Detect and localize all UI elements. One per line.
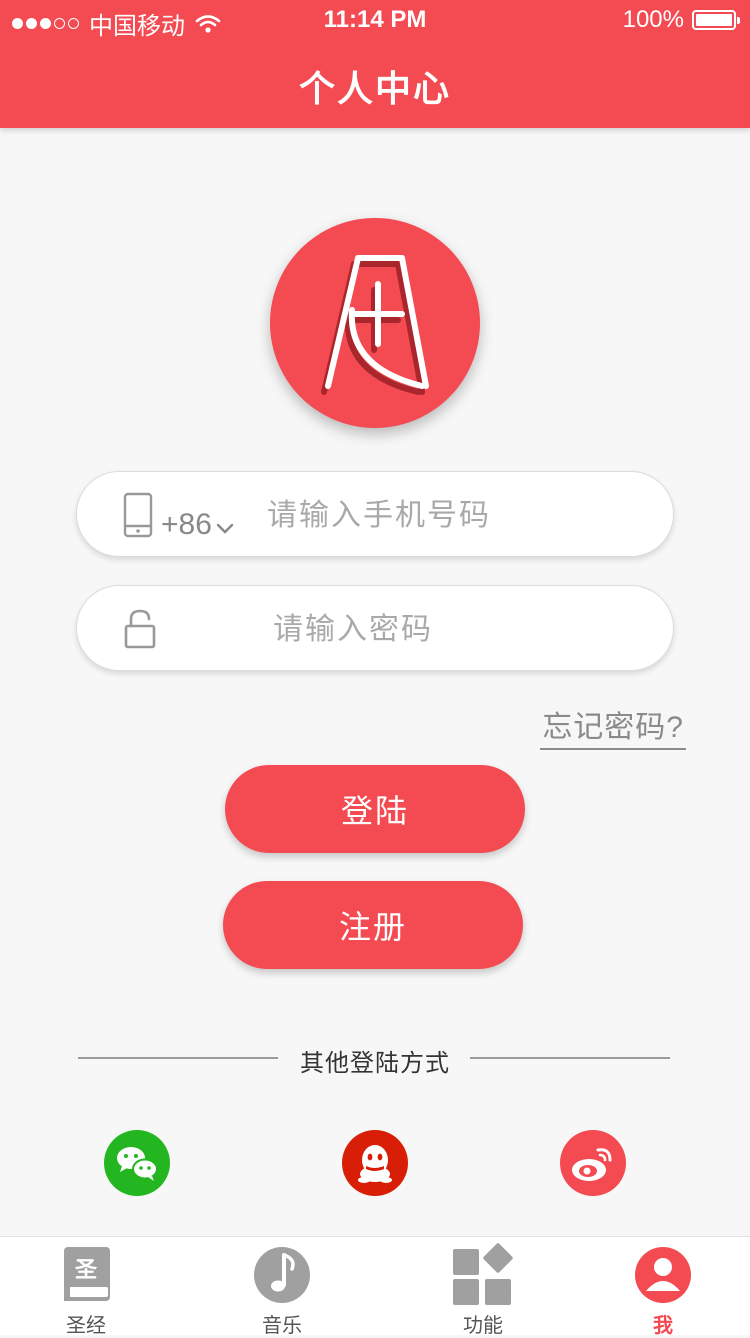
- register-button[interactable]: 注册: [223, 881, 523, 969]
- forgot-password-link[interactable]: 忘记密码?: [540, 702, 686, 750]
- weibo-icon: [572, 1148, 612, 1181]
- status-bar: 中国移动 11:14 PM 100%: [0, 0, 750, 40]
- divider-right: [470, 1057, 670, 1059]
- tab-bible[interactable]: 圣 圣经: [16, 1237, 156, 1337]
- bottom-tab-bar: 圣 圣经 音乐 功能 我: [0, 1236, 750, 1337]
- wechat-icon: [117, 1147, 158, 1181]
- battery-percent: 100%: [622, 6, 684, 33]
- mobile-phone-icon: [123, 492, 153, 538]
- other-login-title: 其他登陆方式: [300, 1050, 450, 1077]
- tab-music[interactable]: 音乐: [212, 1237, 352, 1337]
- tab-functions[interactable]: 功能: [413, 1237, 553, 1337]
- bible-book-icon: 圣: [64, 1247, 110, 1301]
- header-bar: 中国移动 11:14 PM 100% 个人中心: [0, 0, 750, 128]
- wechat-login-button[interactable]: [104, 1130, 170, 1196]
- battery-icon: [692, 10, 740, 30]
- tab-me[interactable]: 我: [593, 1237, 733, 1337]
- country-code-selector[interactable]: +86: [161, 508, 234, 542]
- password-input[interactable]: [271, 606, 655, 654]
- qq-login-button[interactable]: [342, 1130, 408, 1196]
- password-field-container: [76, 585, 674, 671]
- app-logo: [270, 218, 480, 428]
- music-note-icon: [254, 1247, 310, 1303]
- page-title: 个人中心: [298, 68, 451, 109]
- weibo-login-button[interactable]: [560, 1130, 626, 1196]
- login-button[interactable]: 登陆: [225, 765, 525, 853]
- status-right: 100%: [622, 6, 740, 34]
- country-code-label: +86: [161, 508, 212, 541]
- qq-icon: [358, 1145, 392, 1183]
- bible-badge-text: 圣: [75, 1258, 98, 1283]
- unlock-icon: [124, 609, 156, 649]
- grid-functions-icon: [453, 1243, 513, 1305]
- logo-mark-icon: [321, 255, 429, 395]
- chevron-down-icon: [216, 523, 234, 534]
- phone-field-container: +86: [76, 471, 674, 557]
- user-profile-icon: [635, 1247, 691, 1303]
- phone-input[interactable]: [265, 492, 649, 540]
